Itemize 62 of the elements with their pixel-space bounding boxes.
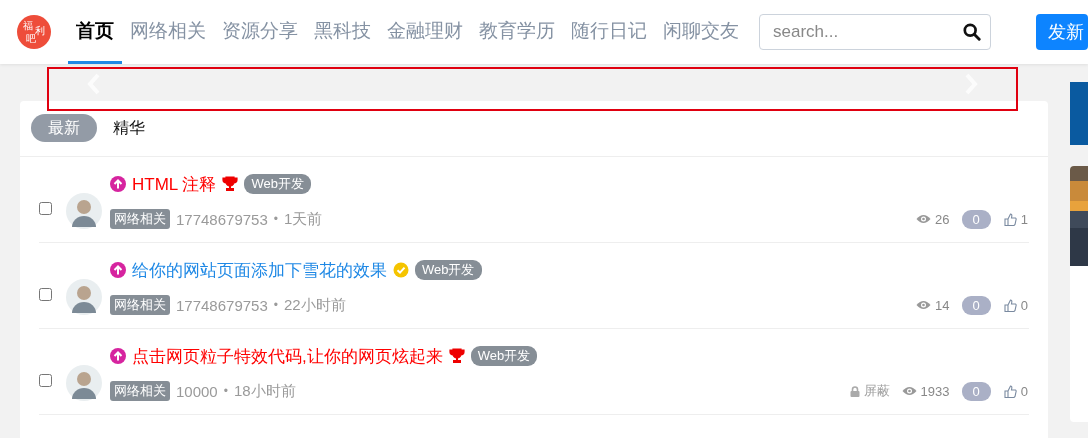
like-count[interactable]: 0 [1020,383,1028,399]
category-label[interactable]: 网络相关 [110,209,170,229]
nav-link[interactable]: 教育学历 [471,0,563,64]
thumbs-up-icon [1003,384,1017,398]
comment-count[interactable]: 0 [961,381,991,401]
post-checkbox[interactable] [39,202,52,215]
category-label[interactable]: 网络相关 [110,381,170,401]
feed-tab[interactable]: 最新 [31,114,97,142]
thumbs-up-icon [1003,212,1017,226]
lock-icon [849,385,860,397]
eye-icon [901,386,917,396]
eye-icon [916,300,932,310]
new-post-button[interactable]: 发新 [1036,14,1088,50]
separator-dot: • [273,298,278,312]
nav-link[interactable]: 金融理财 [379,0,471,64]
check-badge-icon [393,262,409,278]
post-time: 1天前 [283,209,323,229]
thumbs-up-icon [1003,298,1017,312]
tag-label[interactable]: Web开发 [244,174,311,194]
view-count: 26 [935,211,950,227]
tag-label[interactable]: Web开发 [415,260,482,280]
author-name[interactable]: 10000 [176,382,218,400]
avatar-icon [66,365,102,401]
avatar-icon [66,279,102,315]
up-arrow-icon [110,176,126,192]
like-count[interactable]: 1 [1020,211,1028,227]
search-icon[interactable] [963,23,981,41]
nav-link[interactable]: 资源分享 [214,0,306,64]
comment-count[interactable]: 0 [961,295,991,315]
post-time: 22小时前 [283,295,346,315]
separator-dot: • [273,212,278,226]
search-field[interactable]: search... [759,14,991,50]
up-arrow-icon [110,262,126,278]
nav-link[interactable]: 随行日记 [563,0,655,64]
post-checkbox[interactable] [39,288,52,301]
trophy-icon [222,176,239,192]
nav-link[interactable]: 黑科技 [306,0,379,64]
logo[interactable]: 福 利 吧 [17,15,51,49]
post-title-link[interactable]: HTML 注释 [132,172,217,196]
blocked-label: 屏蔽 [863,382,890,400]
author-name[interactable]: 17748679753 [176,210,268,228]
post-time: 18小时前 [233,381,296,401]
author-name[interactable]: 17748679753 [176,296,268,314]
view-count: 14 [935,297,950,313]
tag-label[interactable]: Web开发 [470,346,538,366]
avatar-icon [66,193,102,229]
sidebar-banner [1070,82,1088,145]
trophy-icon [448,348,465,364]
up-arrow-icon [110,348,126,364]
nav-link[interactable]: 网络相关 [122,0,214,64]
feed-tab[interactable]: 精华 [113,114,145,142]
nav-link[interactable]: 首页 [68,0,122,64]
eye-icon [916,214,932,224]
separator-dot: • [223,384,228,398]
post-title-link[interactable]: 点击网页粒子特效代码,让你的网页炫起来 [132,344,443,368]
post-title-link[interactable]: 给你的网站页面添加下雪花的效果 [132,258,387,282]
post-checkbox[interactable] [39,374,52,387]
comment-count[interactable]: 0 [961,209,991,229]
nav-link[interactable]: 闲聊交友 [655,0,747,64]
category-label[interactable]: 网络相关 [110,295,170,315]
like-count[interactable]: 0 [1020,297,1028,313]
view-count: 1933 [920,383,950,399]
